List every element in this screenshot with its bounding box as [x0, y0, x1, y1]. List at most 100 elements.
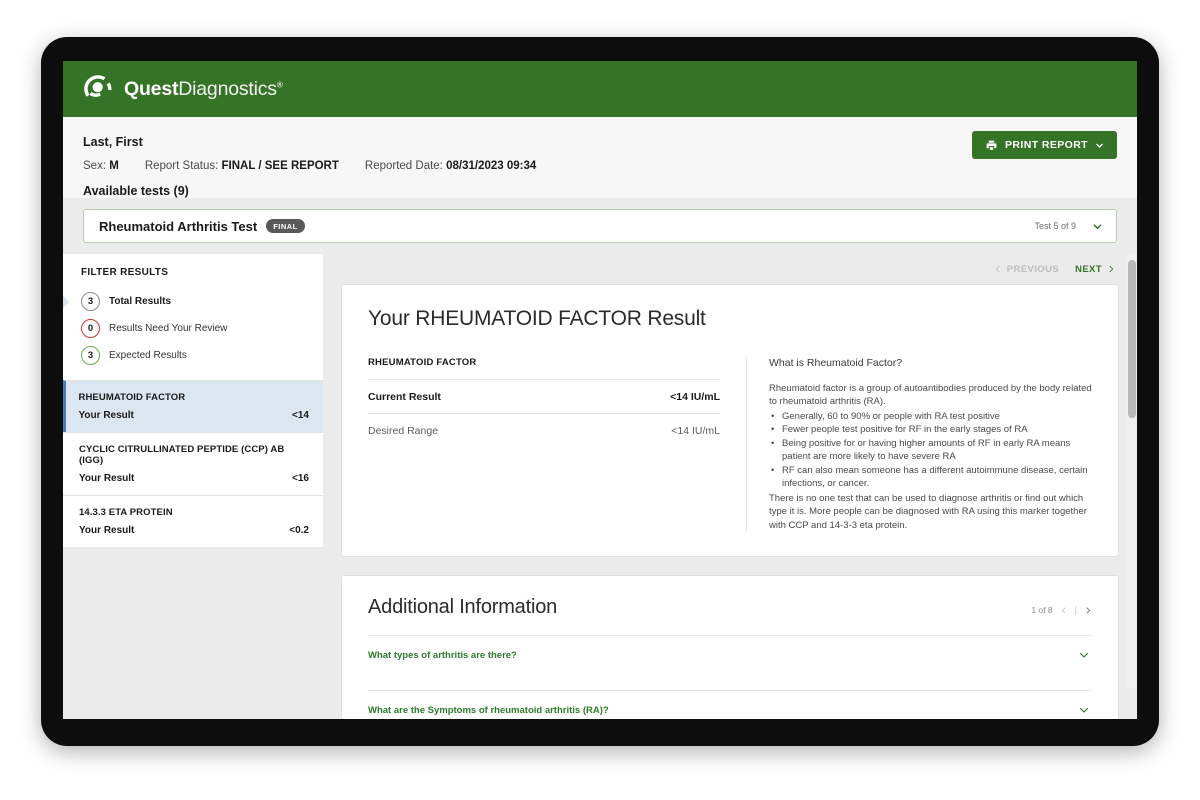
- reported-date: Reported Date: 08/31/2023 09:34: [364, 160, 537, 172]
- table-row: Desired Range <14 IU/mL: [368, 413, 720, 447]
- filter-item-label: Results Need Your Review: [109, 323, 228, 334]
- faq-item-types-of-arthritis[interactable]: What types of arthritis are there?: [368, 635, 1092, 674]
- explanation-bullet-list: Generally, 60 to 90% or people with RA t…: [769, 410, 1092, 491]
- test-item-result-row: Your Result <0.2: [79, 525, 309, 536]
- next-label: NEXT: [1075, 263, 1102, 275]
- chevron-down-icon[interactable]: [1092, 221, 1103, 232]
- result-row-value: <14 IU/mL: [670, 391, 720, 403]
- print-report-button[interactable]: PRINT REPORT: [972, 131, 1117, 159]
- scrollbar-thumb[interactable]: [1128, 260, 1136, 418]
- test-item-result-label: Your Result: [78, 410, 134, 421]
- status-badge: FINAL: [266, 219, 305, 233]
- printer-icon: [986, 140, 997, 150]
- faq-question: What types of arthritis are there?: [368, 649, 517, 661]
- test-item-name: RHEUMATOID FACTOR: [78, 392, 186, 403]
- test-item-result-row: Your Result <16: [79, 473, 309, 484]
- test-item-result-value: <16: [292, 473, 309, 484]
- result-explanation-panel: What is Rheumatoid Factor? Rheumatoid fa…: [746, 357, 1092, 533]
- explanation-heading: What is Rheumatoid Factor?: [769, 357, 903, 369]
- chevron-down-icon[interactable]: [1078, 649, 1090, 661]
- result-pager: PREVIOUS NEXT: [341, 254, 1119, 284]
- additional-information-counter: 1 of 8: [1031, 605, 1053, 616]
- test-counter: Test 5 of 9: [1034, 221, 1076, 231]
- filter-item-total-results[interactable]: 3 Total Results: [63, 288, 323, 315]
- previous-label: PREVIOUS: [1006, 263, 1060, 275]
- analyte-name: RHEUMATOID FACTOR: [368, 357, 477, 368]
- result-table: RHEUMATOID FACTOR Current Result <14 IU/…: [368, 357, 746, 532]
- brand-name-bold: Quest: [124, 77, 179, 100]
- test-item-result-value: <14: [292, 410, 309, 421]
- left-sidebar: FILTER RESULTS 3 Total Results 0 Results…: [63, 254, 323, 688]
- test-item-result-label: Your Result: [79, 473, 135, 484]
- additional-information-title: Additional Information: [368, 596, 558, 619]
- vertical-scrollbar[interactable]: [1126, 254, 1137, 688]
- test-item-name: 14.3.3 ETA PROTEIN: [79, 507, 173, 518]
- quest-diagnostics-logo[interactable]: QuestDiagnostics®: [83, 74, 283, 104]
- chevron-down-icon[interactable]: [1078, 704, 1090, 716]
- test-list-item-rheumatoid-factor[interactable]: RHEUMATOID FACTOR Your Result <14: [63, 380, 323, 432]
- filter-count-badge: 0: [81, 319, 100, 338]
- quest-swirl-logo-icon: [84, 75, 112, 97]
- chevron-down-icon: [1096, 143, 1103, 148]
- test-item-result-value: <0.2: [289, 525, 309, 536]
- main-body: FILTER RESULTS 3 Total Results 0 Results…: [63, 254, 1137, 719]
- reported-date-value: 08/31/2023 09:34: [446, 160, 537, 172]
- filter-item-label: Total Results: [109, 296, 172, 307]
- device-screen: QuestDiagnostics® Last, First Sex: M Rep…: [63, 61, 1137, 719]
- page-title: Your RHEUMATOID FACTOR Result: [368, 307, 706, 330]
- brand-wordmark: QuestDiagnostics®: [124, 78, 283, 101]
- result-row-label: Desired Range: [368, 425, 439, 437]
- brand-header: QuestDiagnostics®: [63, 61, 1137, 117]
- filter-results-panel: FILTER RESULTS 3 Total Results 0 Results…: [63, 254, 323, 380]
- filter-item-expected-results[interactable]: 3 Expected Results: [63, 342, 323, 369]
- result-card: Your RHEUMATOID FACTOR Result RHEUMATOID…: [341, 284, 1119, 558]
- list-item: Fewer people test positive for RF in the…: [769, 423, 1092, 437]
- print-report-label: PRINT REPORT: [1005, 139, 1088, 151]
- explanation-outro: There is no one test that can be used to…: [769, 492, 1087, 531]
- test-item-result-label: Your Result: [79, 525, 135, 536]
- chevron-left-icon: [995, 265, 1000, 273]
- additional-information-card: Additional Information 1 of 8 | What typ…: [341, 575, 1119, 719]
- patient-name: Last, First: [83, 135, 143, 149]
- list-item: Being positive for or having higher amou…: [769, 437, 1092, 464]
- result-row-label: Current Result: [368, 391, 441, 403]
- available-tests-heading: Available tests (9): [83, 184, 189, 198]
- list-item: RF can also mean someone has a different…: [769, 464, 1092, 491]
- faq-question: What are the Symptoms of rheumatoid arth…: [368, 704, 609, 716]
- test-selector-bar[interactable]: Rheumatoid Arthritis Test FINAL Test 5 o…: [83, 209, 1117, 243]
- filter-results-title: FILTER RESULTS: [81, 267, 169, 278]
- report-status: Report Status: FINAL / SEE REPORT: [144, 160, 339, 172]
- patient-sex-value: M: [109, 160, 119, 172]
- chevron-right-icon[interactable]: [1084, 606, 1092, 615]
- chevron-left-icon[interactable]: [1060, 606, 1068, 615]
- filter-count-badge: 3: [81, 346, 100, 365]
- brand-name-light: Diagnostics: [178, 77, 277, 100]
- filter-item-label: Expected Results: [109, 350, 187, 361]
- table-row: Current Result <14 IU/mL: [368, 379, 720, 413]
- result-body: RHEUMATOID FACTOR Current Result <14 IU/…: [368, 357, 1092, 533]
- test-list-item-ccp-ab-igg[interactable]: CYCLIC CITRULLINATED PEPTIDE (CCP) AB (I…: [63, 432, 323, 495]
- chevron-right-icon: [1109, 265, 1114, 273]
- test-item-name: CYCLIC CITRULLINATED PEPTIDE (CCP) AB (I…: [79, 444, 285, 466]
- report-status-value: FINAL / SEE REPORT: [221, 160, 339, 172]
- patient-sex: Sex: M: [83, 160, 119, 172]
- previous-result-button[interactable]: PREVIOUS: [994, 264, 1059, 275]
- list-item: Generally, 60 to 90% or people with RA t…: [769, 410, 1092, 424]
- patient-metadata-row: Sex: M Report Status: FINAL / SEE REPORT…: [83, 160, 1117, 172]
- filter-count-badge: 3: [81, 292, 100, 311]
- filter-item-needs-review[interactable]: 0 Results Need Your Review: [63, 315, 323, 342]
- active-filter-marker-icon: [63, 295, 70, 308]
- additional-information-header: Additional Information 1 of 8 |: [368, 596, 1092, 619]
- additional-information-pager: 1 of 8 |: [1031, 605, 1092, 615]
- test-list-item-14-3-3-eta-protein[interactable]: 14.3.3 ETA PROTEIN Your Result <0.2: [63, 495, 323, 547]
- content-column: PREVIOUS NEXT Your RHEUMATOID FACTOR Res…: [323, 254, 1137, 719]
- pager-divider: |: [1074, 605, 1077, 616]
- result-row-value: <14 IU/mL: [671, 425, 720, 437]
- test-selector-title: Rheumatoid Arthritis Test: [99, 218, 258, 234]
- test-item-result-row: Your Result <14: [79, 410, 310, 421]
- registered-mark: ®: [276, 80, 283, 89]
- explanation-intro: Rheumatoid factor is a group of autoanti…: [769, 383, 1092, 408]
- next-result-button[interactable]: NEXT: [1075, 264, 1115, 275]
- tablet-device-frame: QuestDiagnostics® Last, First Sex: M Rep…: [41, 37, 1159, 746]
- faq-item-symptoms-of-ra[interactable]: What are the Symptoms of rheumatoid arth…: [368, 690, 1092, 719]
